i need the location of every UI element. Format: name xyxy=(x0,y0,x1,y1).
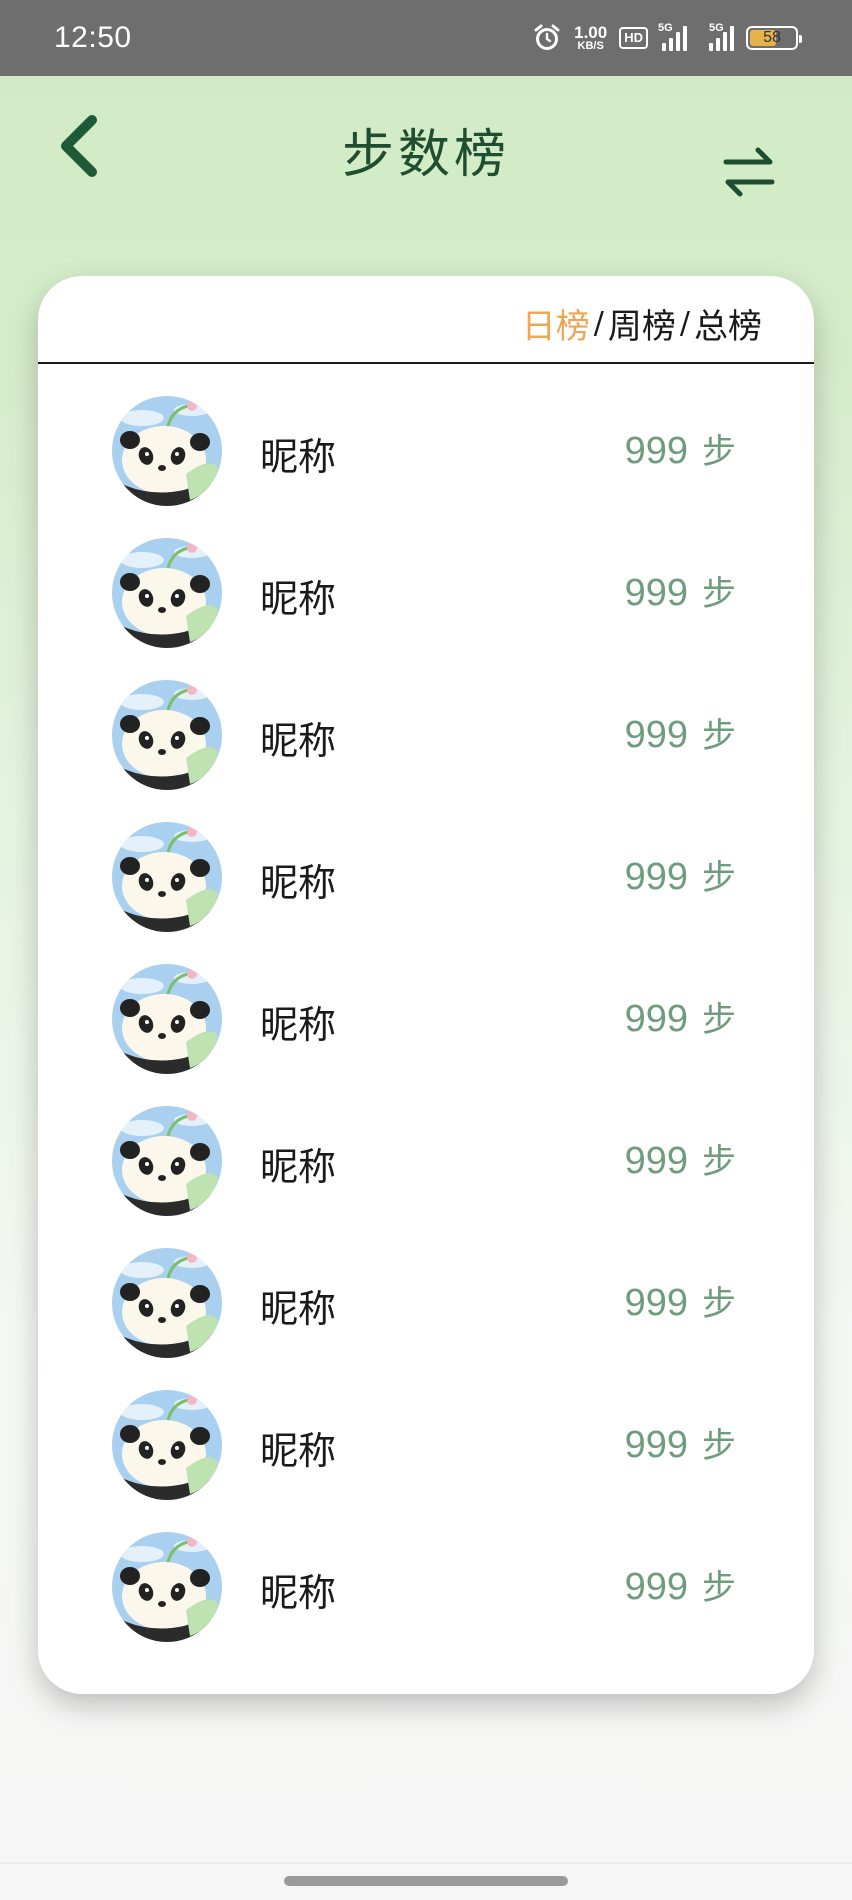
alarm-icon xyxy=(532,23,562,53)
battery-level: 58 xyxy=(763,29,781,46)
nickname: 昵称 xyxy=(260,1145,337,1189)
step-value: 999 xyxy=(624,998,688,1040)
list-item[interactable]: 昵称 999 步 xyxy=(38,680,814,822)
panda-avatar-image xyxy=(112,964,222,1074)
panda-avatar-image xyxy=(112,1390,222,1500)
step-unit: 步 xyxy=(702,1426,736,1466)
status-icons: 1.00 KB/S HD 5G 5G 58 xyxy=(532,22,802,53)
step-count: 999 步 xyxy=(625,1134,736,1183)
step-unit: 步 xyxy=(702,574,736,614)
list-item[interactable]: 昵称 999 步 xyxy=(38,538,814,680)
switch-button[interactable] xyxy=(718,140,780,204)
step-count: 999 步 xyxy=(625,566,736,615)
panda-avatar-image xyxy=(112,1248,222,1358)
nickname: 昵称 xyxy=(260,1429,337,1473)
step-unit: 步 xyxy=(702,1142,736,1182)
signal-bar xyxy=(662,43,666,51)
list-item[interactable]: 昵称 999 步 xyxy=(38,396,814,538)
list-item[interactable]: 昵称 999 步 xyxy=(38,1390,814,1532)
step-value: 999 xyxy=(624,856,688,898)
step-value: 999 xyxy=(624,1140,688,1182)
ranking-list: 昵称 999 步 昵称 999 步 昵称 999 步 昵称 999 步 昵称 9… xyxy=(38,396,814,1674)
nickname: 昵称 xyxy=(260,719,337,763)
nickname: 昵称 xyxy=(260,1003,337,1047)
home-indicator[interactable] xyxy=(284,1876,568,1886)
nickname: 昵称 xyxy=(260,1571,337,1615)
tab-daily[interactable]: 日榜 xyxy=(522,299,590,348)
nav-divider xyxy=(0,1862,852,1864)
leaderboard-card: 日榜 / 周榜 / 总榜 昵称 999 步 昵称 999 步 昵称 999 步 … xyxy=(38,276,814,1694)
tab-total[interactable]: 总榜 xyxy=(694,299,762,348)
avatar[interactable] xyxy=(112,1248,222,1358)
divider xyxy=(38,362,814,364)
avatar[interactable] xyxy=(112,1532,222,1642)
signal-icon: 5G xyxy=(658,22,687,51)
list-item[interactable]: 昵称 999 步 xyxy=(38,1248,814,1390)
step-value: 999 xyxy=(624,1424,688,1466)
step-count: 999 步 xyxy=(625,1560,736,1609)
panda-avatar-image xyxy=(112,538,222,648)
nickname: 昵称 xyxy=(260,861,337,905)
tab-weekly[interactable]: 周榜 xyxy=(608,299,676,348)
avatar[interactable] xyxy=(112,1106,222,1216)
step-count: 999 步 xyxy=(625,424,736,473)
swap-arrows-icon xyxy=(723,147,775,197)
step-unit: 步 xyxy=(702,716,736,756)
network-speed-unit: KB/S xyxy=(577,40,604,52)
leaderboard-tabs: 日榜 / 周榜 / 总榜 xyxy=(522,296,762,350)
list-item[interactable]: 昵称 999 步 xyxy=(38,822,814,964)
step-value: 999 xyxy=(624,1566,688,1608)
network-speed: 1.00 KB/S xyxy=(574,24,607,52)
avatar[interactable] xyxy=(112,680,222,790)
signal-icon: 5G xyxy=(705,22,734,51)
step-value: 999 xyxy=(624,714,688,756)
avatar[interactable] xyxy=(112,964,222,1074)
signal-bar xyxy=(716,38,720,51)
avatar[interactable] xyxy=(112,396,222,506)
panda-avatar-image xyxy=(112,822,222,932)
avatar[interactable] xyxy=(112,1390,222,1500)
status-time: 12:50 xyxy=(54,21,132,54)
step-count: 999 步 xyxy=(625,850,736,899)
panda-avatar-image xyxy=(112,680,222,790)
step-unit: 步 xyxy=(702,1284,736,1324)
step-value: 999 xyxy=(624,1282,688,1324)
step-value: 999 xyxy=(624,430,688,472)
step-count: 999 步 xyxy=(625,1418,736,1467)
nickname: 昵称 xyxy=(260,435,337,479)
step-unit: 步 xyxy=(702,858,736,898)
nickname: 昵称 xyxy=(260,1287,337,1331)
battery-nub xyxy=(799,35,802,43)
avatar[interactable] xyxy=(112,822,222,932)
signal-bar xyxy=(723,32,727,51)
list-item[interactable]: 昵称 999 步 xyxy=(38,964,814,1106)
signal-bar xyxy=(730,26,734,51)
step-unit: 步 xyxy=(702,1000,736,1040)
tab-separator: / xyxy=(593,305,604,341)
step-count: 999 步 xyxy=(625,992,736,1041)
signal-label: 5G xyxy=(709,22,724,34)
tab-separator: / xyxy=(679,305,690,341)
panda-avatar-image xyxy=(112,1106,222,1216)
signal-bar xyxy=(669,38,673,51)
panda-avatar-image xyxy=(112,396,222,506)
step-value: 999 xyxy=(624,572,688,614)
panda-avatar-image xyxy=(112,1532,222,1642)
status-bar: 12:50 1.00 KB/S HD 5G 5G 58 xyxy=(0,0,852,76)
nickname: 昵称 xyxy=(260,577,337,621)
step-count: 999 步 xyxy=(625,708,736,757)
signal-bar xyxy=(709,43,713,51)
step-unit: 步 xyxy=(702,432,736,472)
signal-label: 5G xyxy=(658,22,673,34)
step-unit: 步 xyxy=(702,1568,736,1608)
hd-icon: HD xyxy=(619,27,648,49)
step-count: 999 步 xyxy=(625,1276,736,1325)
battery-icon: 58 xyxy=(746,26,802,50)
list-item[interactable]: 昵称 999 步 xyxy=(38,1106,814,1248)
signal-bar xyxy=(676,32,680,51)
signal-bar xyxy=(683,26,687,51)
network-speed-value: 1.00 xyxy=(574,23,608,42)
avatar[interactable] xyxy=(112,538,222,648)
list-item[interactable]: 昵称 999 步 xyxy=(38,1532,814,1674)
